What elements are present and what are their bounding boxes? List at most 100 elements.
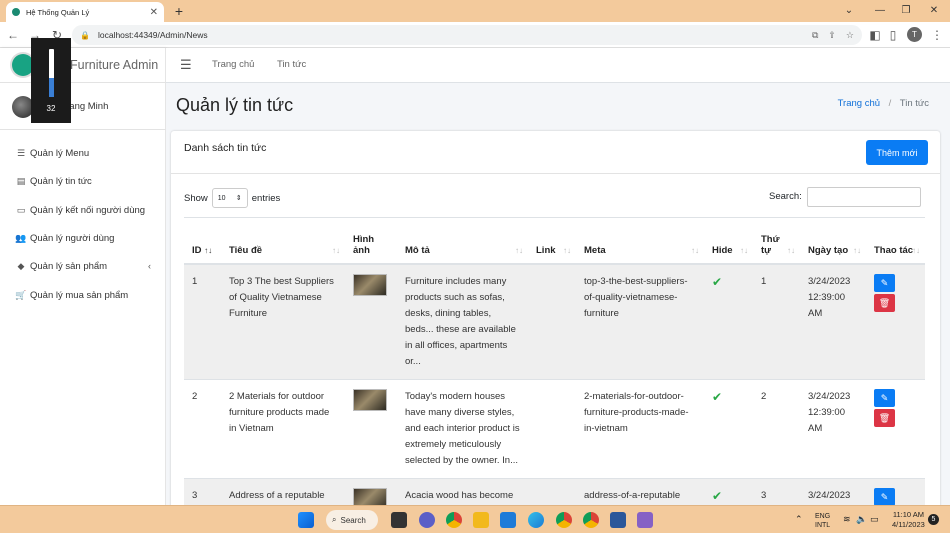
nav-link-news[interactable]: Tin tức [277,59,306,70]
profile-avatar[interactable]: T [907,27,922,42]
nav-link-home[interactable]: Trang chủ [212,59,254,70]
sidebar-item-products[interactable]: ◆ Quản lý sản phẩm ‹ [0,253,166,279]
chevron-up-icon[interactable]: ⌃ [795,514,803,525]
address-bar[interactable]: 🔒 localhost:44349/Admin/News ⧉ ⇪ ☆ [72,25,862,45]
extensions-icon[interactable]: ◧ [867,27,883,43]
visual-studio-icon[interactable] [637,512,653,528]
sidebar-item-label: Quản lý người dùng [30,232,115,244]
delete-button[interactable]: 🗑 [874,293,895,312]
sidepanel-icon[interactable]: ▯ [885,27,901,43]
edit-button[interactable]: ✎ [874,487,895,506]
taskbar-clock[interactable]: 11:10 AM 4/11/2023 [892,510,925,530]
sidebar-item-users[interactable]: 👥 Quản lý người dùng [0,225,166,251]
share-icon[interactable]: ⇪ [828,30,836,41]
taskbar-search-label: Search [340,515,366,525]
minimize-button[interactable]: — [866,2,894,20]
battery-icon[interactable]: ▭ [870,514,879,525]
chrome-profile-icon[interactable] [556,512,572,528]
lock-icon: 🔒 [80,30,90,40]
edit-button[interactable]: ✎ [874,273,895,292]
content-wrapper: Quản lý tin tức Trang chủ / Tin tức Danh… [166,83,950,517]
newspaper-icon: ▤ [16,175,26,186]
delete-button[interactable]: 🗑 [874,408,895,427]
chrome-active-icon[interactable] [583,512,599,528]
cell-created: 3/24/2023 12:39:00 AM [800,263,866,379]
volume-icon[interactable]: 🔈 [856,514,867,525]
new-tab-button[interactable]: + [170,2,188,20]
search-label: Search: [769,191,802,202]
table-row: 1 Top 3 The best Suppliers of Quality Vi… [184,263,925,379]
table-header-row: ID ↑↓ Tiêu đề ↑↓ Hình ảnh Mô tả ↑↓ Link ↑↓ … [184,217,925,265]
cell-hide: ✔ [704,378,753,478]
sort-icon: ↑↓ [912,245,920,255]
check-icon: ✔ [712,274,723,289]
edge-icon[interactable] [528,512,544,528]
entries-select[interactable]: 10 ⇕ [211,188,248,208]
file-explorer-icon[interactable] [473,512,489,528]
browser-menu-icon[interactable]: ⋮ [929,27,945,43]
volume-fill [49,78,54,97]
browser-toolbar: ← → ↻ 🔒 localhost:44349/Admin/News ⧉ ⇪ ☆… [0,22,950,48]
trash-icon: 🗑 [878,297,891,308]
cell-meta: top-3-the-best-suppliers-of-quality-viet… [576,263,704,379]
column-header[interactable]: Hình ảnh [345,217,397,265]
tab-search-icon[interactable]: ⌄ [835,2,863,20]
url-text: localhost:44349/Admin/News [97,30,208,40]
search-icon: ⌕ [332,515,337,524]
mail-icon[interactable] [500,512,516,528]
task-view-icon[interactable] [391,512,407,528]
translate-icon[interactable]: ⧉ [812,30,818,41]
close-window-button[interactable]: ✕ [920,2,948,20]
chat-icon[interactable] [419,512,435,528]
sidebar-item-menu[interactable]: ☰ Quản lý Menu [0,140,166,166]
language-indicator[interactable]: ENG INTL [815,512,830,530]
sidebar-item-purchases[interactable]: 🛒 Quản lý mua sản phẩm [0,282,166,308]
sort-asc-icon: ↑↓ [204,245,213,255]
entries-value: 10 [217,194,226,202]
column-header[interactable]: Thao tác ↑↓ [866,217,925,265]
column-header[interactable]: Thứ tự ↑↓ [753,217,800,265]
search-input[interactable] [807,187,921,207]
windows-taskbar: ⌕ Search ⌃ ENG INTL ≋ 🔈 ▭ 11:10 AM 4/11/… [0,505,950,533]
cell-link [528,378,576,478]
wifi-icon[interactable]: ≋ [843,514,851,525]
sidebar-item-news[interactable]: ▤ Quản lý tin tức [0,168,166,194]
column-header[interactable]: Hide ↑↓ [704,217,753,265]
maximize-button[interactable]: ❐ [892,2,920,20]
edit-icon: ✎ [880,392,889,403]
close-tab-icon[interactable]: ✕ [150,7,158,18]
cell-hide: ✔ [704,263,753,379]
cell-image [345,378,397,478]
notification-badge[interactable]: 5 [928,514,939,525]
sidebar-item-label: Quản lý kết nối người dùng [30,204,146,216]
column-header[interactable]: Link ↑↓ [528,217,576,265]
back-icon[interactable]: ← [5,27,21,43]
user-panel[interactable]: uang Minh [0,84,166,130]
news-card: Danh sách tin tức Thêm mới Show 10 ⇕ ent… [171,131,940,517]
windows-start-icon[interactable] [298,512,314,528]
column-header[interactable]: Tiêu đề ↑↓ [221,217,345,265]
breadcrumb-current: Tin tức [899,98,929,109]
table-row: 2 2 Materials for outdoor furniture prod… [184,378,925,478]
add-news-button[interactable]: Thêm mới [866,140,928,165]
word-icon[interactable] [610,512,626,528]
column-header[interactable]: Meta ↑↓ [576,217,704,265]
taskbar-search[interactable]: ⌕ Search [326,510,378,530]
cell-actions: ✎ 🗑 [866,378,925,478]
column-header[interactable]: ID ↑↓ [184,217,221,265]
chrome-icon[interactable] [446,512,462,528]
site-favicon-icon [12,8,20,16]
hamburger-menu-icon[interactable]: ☰ [180,57,192,73]
column-header[interactable]: Mô tả ↑↓ [397,217,528,265]
column-header[interactable]: Ngày tạo ↑↓ [800,217,866,265]
chevron-left-icon: ‹ [148,261,151,271]
brand-link[interactable]: Furniture Admin [0,48,166,83]
sidebar-item-user-connections[interactable]: ▭ Quản lý kết nối người dùng [0,197,166,223]
sort-icon: ↑↓ [740,245,748,255]
edit-button[interactable]: ✎ [874,388,895,407]
up-down-icon: ⇕ [235,195,242,202]
breadcrumb-home[interactable]: Trang chủ [838,98,880,109]
browser-tab[interactable]: Hệ Thống Quản Lý ✕ [6,2,164,22]
bookmark-star-icon[interactable]: ☆ [846,30,854,41]
cell-title: Top 3 The best Suppliers of Quality Viet… [221,263,345,379]
